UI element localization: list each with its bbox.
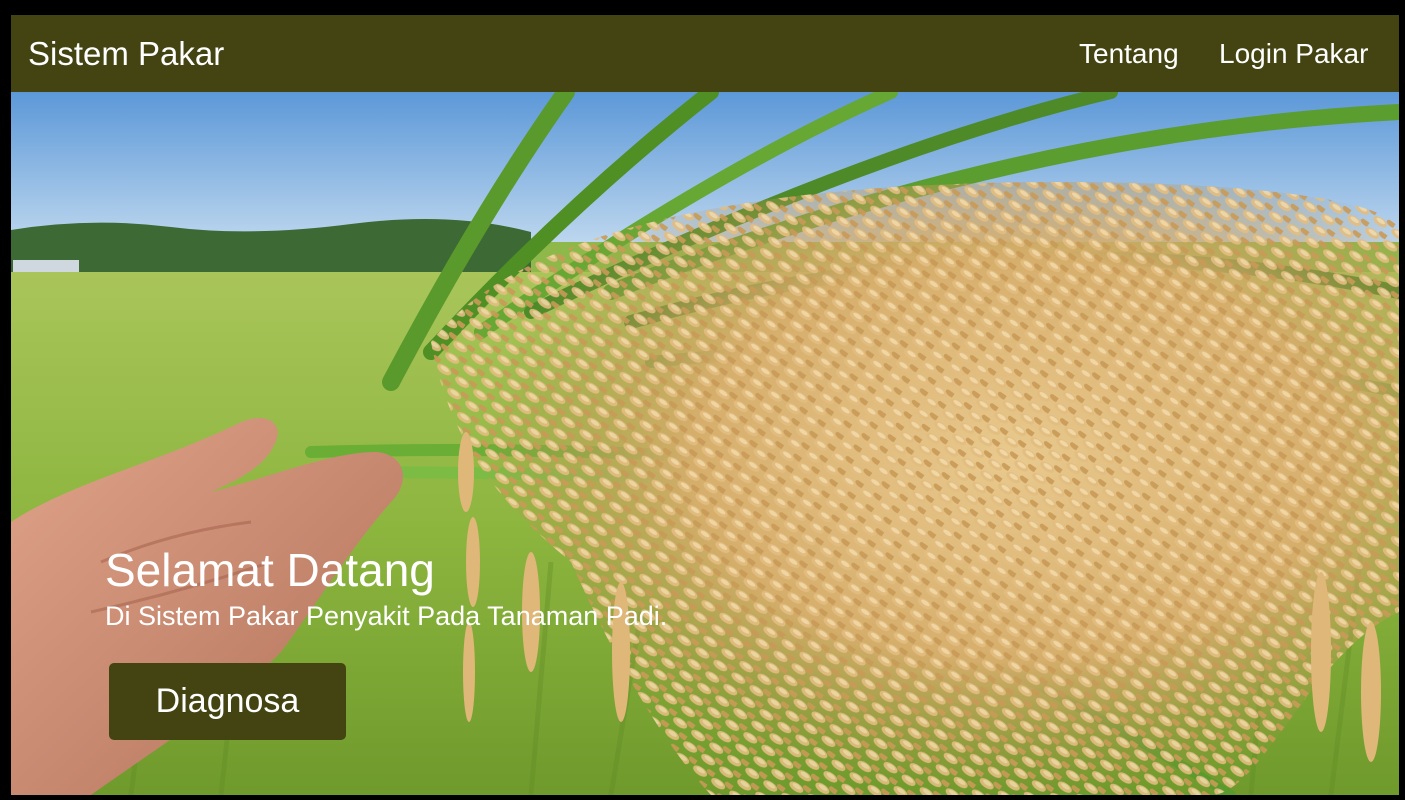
diagnosa-button[interactable]: Diagnosa: [109, 663, 346, 740]
hero-subtitle: Di Sistem Pakar Penyakit Pada Tanaman Pa…: [105, 601, 668, 631]
brand-logo[interactable]: Sistem Pakar: [28, 35, 224, 73]
hero-title: Selamat Datang: [105, 544, 435, 596]
nav-link-login-pakar[interactable]: Login Pakar: [1219, 38, 1368, 70]
app-window: Sistem Pakar Tentang Login Pakar Selamat…: [11, 15, 1399, 795]
navbar: Sistem Pakar Tentang Login Pakar: [11, 15, 1399, 92]
nav-link-tentang[interactable]: Tentang: [1079, 38, 1179, 70]
hero-section: Selamat Datang Di Sistem Pakar Penyakit …: [11, 92, 1399, 795]
